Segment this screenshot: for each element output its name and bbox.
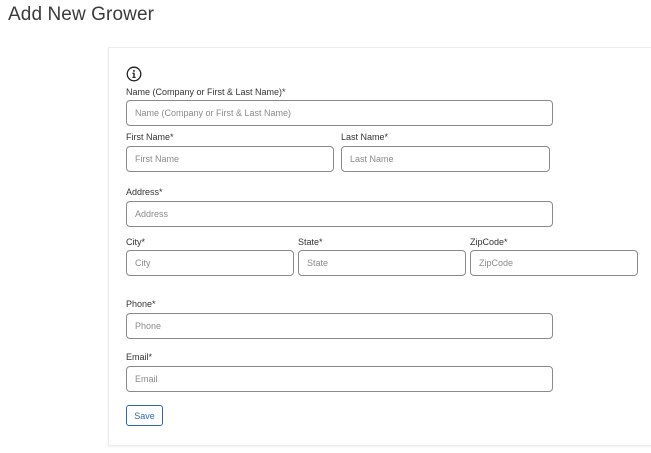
name-field[interactable] (126, 100, 553, 126)
name-label: Name (Company or First & Last Name)* (126, 87, 286, 97)
city-label: City* (126, 237, 146, 247)
page-title: Add New Grower (8, 4, 155, 25)
zipcode-field[interactable] (470, 250, 638, 276)
first-name-field[interactable] (126, 146, 334, 172)
zipcode-label: ZipCode* (470, 237, 508, 247)
info-icon-graphic (126, 66, 142, 82)
phone-field[interactable] (126, 313, 553, 339)
phone-label: Phone* (126, 299, 156, 309)
address-label: Address* (126, 187, 163, 197)
state-field[interactable] (298, 250, 466, 276)
info-icon[interactable] (126, 66, 142, 82)
save-button[interactable]: Save (126, 405, 163, 426)
state-label: State* (298, 237, 323, 247)
email-field[interactable] (126, 366, 553, 392)
email-label: Email* (126, 352, 153, 362)
last-name-field[interactable] (341, 146, 550, 172)
first-name-label: First Name* (126, 132, 174, 142)
last-name-label: Last Name* (341, 132, 389, 142)
city-field[interactable] (126, 250, 294, 276)
address-field[interactable] (126, 201, 553, 227)
